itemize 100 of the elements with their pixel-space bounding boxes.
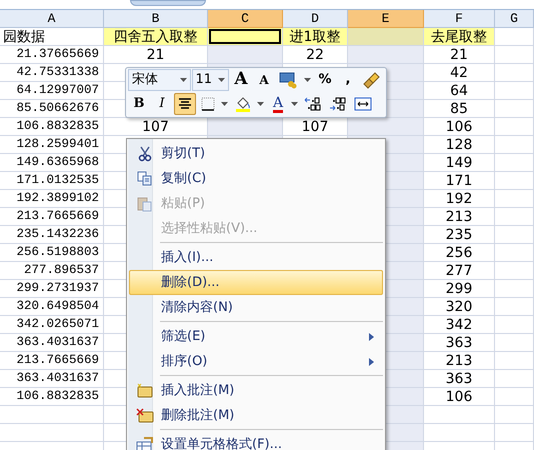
dropdown-icon[interactable]: [257, 102, 264, 106]
table-cell: 42.75331338: [0, 64, 104, 82]
fill-color-icon: [234, 95, 252, 113]
submenu-arrow-icon: [369, 358, 374, 366]
scissors-icon: [138, 146, 152, 162]
menu-item[interactable]: 设置单元格格式(F)...: [129, 432, 383, 450]
table-cell: 363.4031637: [0, 334, 104, 352]
table-cell: [495, 406, 534, 424]
format-painter-icon: [363, 71, 381, 89]
menu-item[interactable]: 删除批注(M): [129, 403, 383, 428]
table-cell: 128: [424, 136, 495, 154]
column-header[interactable]: G: [495, 10, 534, 28]
table-cell: 342.0265071: [0, 316, 104, 334]
table-cell: 213.7665669: [0, 352, 104, 370]
table-cell: 213.7665669: [0, 208, 104, 226]
dropdown-icon[interactable]: [221, 102, 228, 106]
table-cell: [495, 424, 534, 442]
table-cell: 64: [424, 82, 495, 100]
table-cell: 107: [104, 118, 208, 136]
bold-button[interactable]: B: [128, 93, 150, 115]
table-cell: 171: [424, 172, 495, 190]
column-header[interactable]: E: [348, 10, 424, 28]
dropdown-icon[interactable]: [304, 78, 311, 82]
table-cell: [495, 262, 534, 280]
table-cell: 213: [424, 352, 495, 370]
table-cell: [495, 64, 534, 82]
table-cell: 320: [424, 298, 495, 316]
menu-item[interactable]: 剪切(T): [129, 141, 383, 166]
table-cell: 149.6365968: [0, 154, 104, 172]
table-cell: 85.50662676: [0, 100, 104, 118]
font-size-field[interactable]: 11: [192, 69, 229, 91]
table-cell: [495, 100, 534, 118]
paste-icon: [136, 196, 152, 212]
table-cell: 去尾取整: [424, 28, 495, 46]
table-cell: 128.2599401: [0, 136, 104, 154]
font-name-field[interactable]: 宋体: [128, 69, 191, 91]
table-cell: 21: [104, 46, 208, 64]
format-button[interactable]: ,: [337, 69, 359, 91]
menu-item[interactable]: 清除内容(N): [129, 295, 383, 320]
table-cell: [495, 244, 534, 262]
format-button[interactable]: %: [314, 69, 336, 91]
table-cell: [495, 388, 534, 406]
shrink-font-button[interactable]: A: [253, 69, 275, 91]
table-cell: 106.8832835: [0, 118, 104, 136]
money-icon: [279, 71, 299, 89]
table-cell: [495, 316, 534, 334]
menu-item[interactable]: 筛选(E): [129, 324, 383, 349]
table-cell: [495, 352, 534, 370]
table-cell: [495, 370, 534, 388]
menu-item[interactable]: 删除(D)...: [129, 270, 383, 295]
align-center-icon: [178, 97, 192, 111]
menu-item[interactable]: 插入(I)...: [129, 245, 383, 270]
table-cell: [495, 280, 534, 298]
table-cell: 22: [283, 46, 348, 64]
decrease-decimal-icon: [329, 96, 347, 112]
menu-item[interactable]: 复制(C): [129, 166, 383, 191]
table-cell: 106: [424, 388, 495, 406]
table-cell: 四舍五入取整: [104, 28, 208, 46]
column-header[interactable]: F: [424, 10, 495, 28]
table-cell: [495, 154, 534, 172]
increase-decimal-icon: [304, 96, 322, 112]
borders-icon: [200, 96, 216, 112]
table-cell: [495, 334, 534, 352]
merge-center-icon: [354, 96, 372, 112]
copy-icon: [136, 171, 152, 186]
table-cell: [495, 172, 534, 190]
table-cell: 85: [424, 100, 495, 118]
table-cell: 106.8832835: [0, 388, 104, 406]
center-button[interactable]: [174, 93, 196, 115]
table-cell: 42: [424, 64, 495, 82]
dropdown-icon[interactable]: [291, 102, 298, 106]
table-cell: [424, 424, 495, 442]
table-cell: [495, 136, 534, 154]
column-header[interactable]: A: [0, 10, 104, 28]
dropdown-icon[interactable]: [218, 78, 225, 82]
table-cell: 256.5198803: [0, 244, 104, 262]
table-cell: 106: [424, 118, 495, 136]
column-header[interactable]: D: [283, 10, 348, 28]
table-cell: 192: [424, 190, 495, 208]
table-cell: 320.6498504: [0, 298, 104, 316]
font-color-button[interactable]: A: [267, 93, 289, 115]
table-cell: 256: [424, 244, 495, 262]
table-cell: 342: [424, 316, 495, 334]
column-header[interactable]: B: [104, 10, 208, 28]
table-cell: 64.12997007: [0, 82, 104, 100]
table-cell: [495, 46, 534, 64]
table-cell: 21: [424, 46, 495, 64]
table-cell: 299.2731937: [0, 280, 104, 298]
table-cell: 277.896537: [0, 262, 104, 280]
menu-item[interactable]: 排序(O): [129, 349, 383, 374]
table-cell: 363.4031637: [0, 370, 104, 388]
table-cell: [495, 190, 534, 208]
grow-font-button[interactable]: A: [230, 69, 252, 91]
menu-item[interactable]: 插入批注(M): [129, 378, 383, 403]
table-cell: 299: [424, 280, 495, 298]
table-cell: 园数据: [0, 28, 104, 46]
italic-button[interactable]: I: [151, 93, 173, 115]
column-header[interactable]: C: [208, 10, 283, 28]
table-cell: 171.0132535: [0, 172, 104, 190]
table-cell: [495, 208, 534, 226]
